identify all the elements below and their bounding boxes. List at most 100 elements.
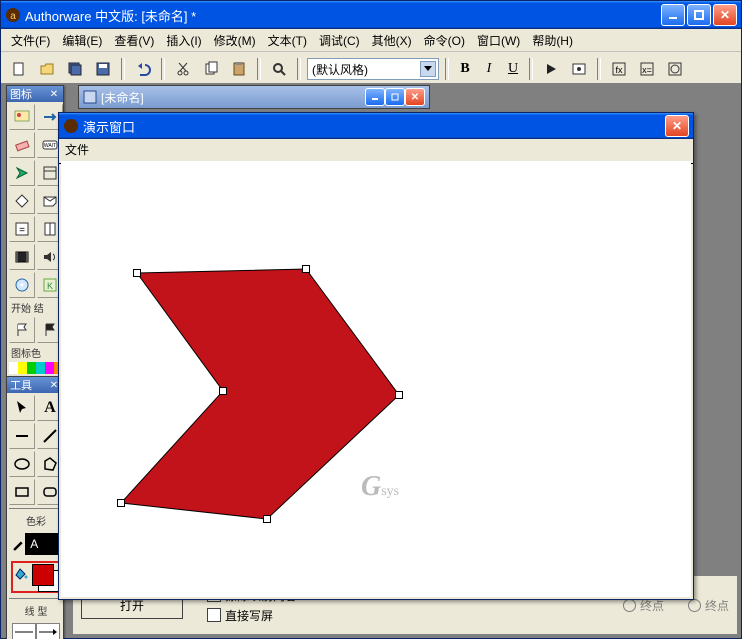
shape-handle[interactable] — [302, 265, 310, 273]
save-button[interactable] — [91, 57, 115, 81]
icon-palette[interactable]: 图标 ✕ WAIT = K 开始 结 图标色 — [6, 85, 64, 377]
pointer-tool[interactable] — [9, 395, 35, 421]
app-title: Authorware 中文版: [未命名] * — [25, 6, 661, 25]
icon-palette-title[interactable]: 图标 ✕ — [7, 86, 63, 102]
presentation-titlebar[interactable]: 演示窗口 ✕ — [59, 113, 693, 139]
arrow-style-swatch[interactable] — [36, 623, 60, 639]
svg-text:x=: x= — [642, 65, 652, 75]
undo-button[interactable] — [131, 57, 155, 81]
style-combo-value: (默认风格) — [312, 61, 368, 78]
menu-edit[interactable]: 编辑(E) — [56, 30, 108, 51]
line-section-label: 线 型 — [9, 602, 63, 619]
icon-palette-close-icon[interactable]: ✕ — [48, 88, 60, 100]
dvd-icon[interactable] — [9, 272, 35, 298]
shape-handle[interactable] — [395, 391, 403, 399]
display-icon[interactable] — [9, 104, 35, 130]
tools-palette-title-text: 工具 — [10, 377, 32, 393]
maximize-button[interactable] — [687, 4, 711, 26]
doc-close-button[interactable]: ✕ — [405, 88, 425, 106]
fill-color-swatch[interactable] — [32, 564, 58, 590]
menu-window[interactable]: 窗口(W) — [471, 30, 526, 51]
paste-button[interactable] — [227, 57, 251, 81]
find-button[interactable] — [267, 57, 291, 81]
presentation-title-text: 演示窗口 — [83, 117, 135, 136]
underline-button[interactable]: U — [503, 59, 523, 79]
doc-titlebar[interactable]: [未命名] ✕ — [78, 85, 430, 109]
menu-debug[interactable]: 调试(C) — [313, 30, 366, 51]
icon-palette-title-text: 图标 — [10, 86, 32, 102]
tools-palette[interactable]: 工具 ✕ A 色彩 A — [6, 376, 64, 639]
save-all-button[interactable] — [63, 57, 87, 81]
shape-handle[interactable] — [117, 499, 125, 507]
close-button[interactable]: ✕ — [713, 4, 737, 26]
text-color-swatch[interactable]: A — [25, 533, 43, 555]
presentation-icon — [63, 118, 79, 134]
toolbar-separator — [529, 58, 533, 80]
fill-color-highlight — [11, 561, 60, 593]
menu-command[interactable]: 命令(O) — [418, 30, 471, 51]
copy-button[interactable] — [199, 57, 223, 81]
svg-text:=: = — [19, 225, 25, 236]
pen-swatch-icon[interactable] — [11, 535, 25, 553]
italic-button[interactable]: I — [479, 59, 499, 79]
direct-write-checkbox[interactable]: 直接写屏 — [207, 607, 297, 624]
decision-icon[interactable] — [9, 188, 35, 214]
menu-file[interactable]: 文件(F) — [5, 30, 56, 51]
bucket-icon[interactable] — [14, 564, 28, 584]
presentation-menu-file[interactable]: 文件 — [65, 143, 89, 157]
style-combo[interactable]: (默认风格) — [307, 58, 439, 80]
menu-view[interactable]: 查看(V) — [108, 30, 160, 51]
line-tool[interactable] — [9, 423, 35, 449]
menu-text[interactable]: 文本(T) — [262, 30, 313, 51]
toolbar-separator — [257, 58, 261, 80]
oval-tool[interactable] — [9, 451, 35, 477]
erase-icon[interactable] — [9, 132, 35, 158]
cut-button[interactable] — [171, 57, 195, 81]
menubar: 文件(F) 编辑(E) 查看(V) 插入(I) 修改(M) 文本(T) 调试(C… — [1, 29, 741, 52]
direct-write-label: 直接写屏 — [225, 607, 273, 624]
knowledge-button[interactable] — [663, 57, 687, 81]
line-style-swatch[interactable] — [12, 623, 36, 639]
icon-color-strip[interactable] — [9, 362, 63, 374]
functions-button[interactable]: fx — [607, 57, 631, 81]
presentation-close-button[interactable]: ✕ — [665, 115, 689, 137]
app-titlebar[interactable]: a Authorware 中文版: [未命名] * ✕ — [1, 1, 741, 29]
doc-maximize-button[interactable] — [385, 88, 405, 106]
run-button[interactable] — [539, 57, 563, 81]
calculation-icon[interactable]: = — [9, 216, 35, 242]
control-panel-button[interactable] — [567, 57, 591, 81]
app-icon: a — [5, 7, 21, 23]
toolbar-separator — [121, 58, 125, 80]
navigate-icon[interactable] — [9, 160, 35, 186]
main-toolbar: (默认风格) B I U fx x= — [1, 52, 741, 87]
new-button[interactable] — [7, 57, 31, 81]
doc-minimize-button[interactable] — [365, 88, 385, 106]
color-section-label: 色彩 — [9, 512, 63, 529]
endpoint-label: 终点 — [705, 597, 729, 614]
endpoint-radio-2[interactable]: 终点 — [688, 597, 729, 614]
arrow-shape[interactable] — [91, 251, 411, 531]
menu-help[interactable]: 帮助(H) — [526, 30, 579, 51]
start-end-label: 开始 结 — [9, 300, 63, 315]
open-button[interactable] — [35, 57, 59, 81]
svg-text:fx: fx — [615, 65, 623, 75]
tools-palette-title[interactable]: 工具 ✕ — [7, 377, 63, 393]
movie-icon[interactable] — [9, 244, 35, 270]
doc-window: [未命名] ✕ — [78, 85, 430, 109]
shape-handle[interactable] — [219, 387, 227, 395]
start-flag-icon[interactable] — [9, 317, 35, 343]
menu-insert[interactable]: 插入(I) — [160, 30, 207, 51]
bold-button[interactable]: B — [455, 59, 475, 79]
rect-tool[interactable] — [9, 479, 35, 505]
icon-color-label: 图标色 — [9, 345, 63, 360]
menu-other[interactable]: 其他(X) — [366, 30, 418, 51]
menu-modify[interactable]: 修改(M) — [208, 30, 262, 51]
shape-handle[interactable] — [263, 515, 271, 523]
toolbar-separator — [597, 58, 601, 80]
svg-text:K: K — [47, 281, 53, 291]
minimize-button[interactable] — [661, 4, 685, 26]
doc-icon — [83, 90, 97, 104]
presentation-canvas[interactable]: Gsys — [61, 161, 691, 597]
variables-button[interactable]: x= — [635, 57, 659, 81]
shape-handle[interactable] — [133, 269, 141, 277]
